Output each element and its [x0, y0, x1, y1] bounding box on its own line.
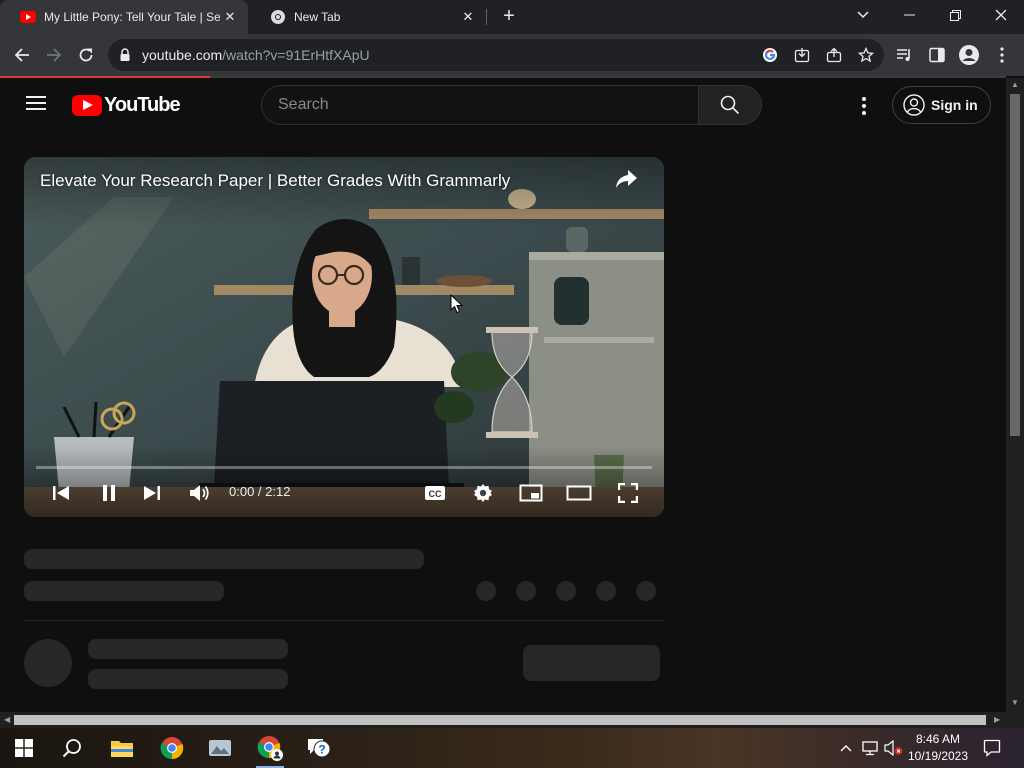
back-icon[interactable]	[9, 42, 35, 68]
minimize-icon[interactable]	[886, 0, 932, 30]
youtube-logo-text: YouTube	[104, 94, 181, 116]
horizontal-scroll-thumb[interactable]	[14, 715, 986, 725]
mouse-cursor-icon	[450, 294, 463, 314]
close-window-icon[interactable]	[978, 0, 1024, 30]
action-skeleton	[476, 581, 496, 601]
fullscreen-icon[interactable]	[615, 480, 641, 506]
scroll-up-arrow-icon[interactable]: ▲	[1011, 80, 1019, 89]
tab-title: My Little Pony: Tell Your Tale | Se	[44, 10, 220, 24]
volume-icon[interactable]	[187, 480, 213, 506]
restore-icon[interactable]	[932, 0, 978, 30]
tab-youtube[interactable]: My Little Pony: Tell Your Tale | Se ✕	[0, 0, 248, 34]
channel-avatar-skeleton	[24, 639, 72, 687]
lock-icon[interactable]	[120, 48, 130, 61]
action-skeleton	[596, 581, 616, 601]
share-icon[interactable]	[614, 169, 644, 195]
sign-in-label: Sign in	[931, 97, 978, 113]
action-skeleton	[516, 581, 536, 601]
chrome-icon[interactable]	[148, 728, 196, 768]
close-tab-icon[interactable]: ✕	[220, 9, 240, 25]
clock-time: 8:46 AM	[915, 732, 961, 746]
tab-new-tab[interactable]: New Tab ✕	[250, 0, 486, 34]
notifications-icon[interactable]	[981, 737, 1003, 759]
youtube-favicon-icon	[20, 9, 36, 25]
browser-toolbar: youtube.com/watch?v=91ErHtfXApU	[0, 34, 1024, 76]
scroll-left-arrow-icon[interactable]: ◀	[4, 715, 10, 724]
media-controls-icon[interactable]	[894, 44, 916, 66]
system-clock[interactable]: 8:46 AM 10/19/2023	[906, 731, 970, 765]
bookmark-star-icon[interactable]	[856, 45, 876, 65]
youtube-logo[interactable]: YouTube	[72, 94, 181, 117]
video-player[interactable]: Elevate Your Research Paper | Better Gra…	[24, 157, 664, 517]
title-skeleton	[24, 549, 424, 569]
scroll-down-arrow-icon[interactable]: ▼	[1011, 698, 1019, 707]
chrome-favicon-icon	[270, 9, 286, 25]
sign-in-button[interactable]: Sign in	[892, 86, 991, 124]
youtube-play-logo-icon	[72, 95, 102, 116]
close-tab-icon[interactable]: ✕	[458, 9, 478, 25]
action-skeleton	[636, 581, 656, 601]
profile-icon[interactable]	[958, 44, 980, 66]
url-host: youtube.com	[142, 47, 223, 63]
scroll-right-arrow-icon[interactable]: ▶	[994, 715, 1000, 724]
video-frame	[24, 157, 664, 517]
action-skeleton	[556, 581, 576, 601]
previous-icon[interactable]	[48, 480, 74, 506]
vertical-scrollbar[interactable]: ▲ ▼	[1006, 78, 1024, 712]
subtitle-skeleton	[24, 581, 224, 601]
install-app-icon[interactable]	[792, 45, 812, 65]
settings-menu-icon[interactable]	[852, 94, 876, 118]
show-hidden-icons-chevron-icon[interactable]	[836, 738, 856, 758]
network-icon[interactable]	[860, 738, 880, 758]
search-box	[261, 85, 699, 125]
chrome-profile-icon[interactable]	[246, 728, 294, 768]
channel-name-skeleton	[88, 639, 288, 659]
help-icon[interactable]: ?	[294, 728, 342, 768]
tab-title: New Tab	[294, 10, 341, 24]
miniplayer-icon[interactable]	[518, 480, 544, 506]
next-icon[interactable]	[139, 480, 165, 506]
photos-icon[interactable]	[196, 728, 244, 768]
search-button[interactable]	[698, 85, 762, 125]
vertical-scroll-thumb[interactable]	[1010, 94, 1020, 436]
subscribe-skeleton	[523, 645, 660, 681]
forward-icon[interactable]	[41, 42, 67, 68]
chrome-menu-icon[interactable]	[991, 44, 1013, 66]
time-display: 0:00 / 2:12	[229, 484, 291, 499]
url-text: youtube.com/watch?v=91ErHtfXApU	[142, 47, 370, 63]
video-title[interactable]: Elevate Your Research Paper | Better Gra…	[40, 171, 510, 191]
windows-taskbar: ? 8:46 AM 10/19/2023	[0, 728, 1024, 768]
tab-search-chevron-icon[interactable]	[840, 0, 886, 30]
clock-date: 10/19/2023	[907, 749, 969, 763]
pause-icon[interactable]	[96, 480, 122, 506]
theater-mode-icon[interactable]	[566, 480, 592, 506]
account-circle-icon	[903, 94, 925, 116]
search-icon[interactable]	[48, 728, 96, 768]
url-path: /watch?v=91ErHtfXApU	[222, 47, 370, 63]
video-progress-bar[interactable]	[36, 466, 652, 469]
search-icon	[720, 95, 740, 115]
subtitles-cc-icon[interactable]: CC	[422, 480, 448, 506]
svg-text:?: ?	[318, 743, 325, 757]
reload-icon[interactable]	[73, 42, 99, 68]
tab-separator	[486, 9, 487, 25]
svg-text:CC: CC	[429, 489, 442, 499]
file-explorer-icon[interactable]	[98, 728, 146, 768]
horizontal-scrollbar[interactable]: ◀ ▶	[0, 712, 1024, 728]
divider	[24, 620, 664, 621]
share-page-icon[interactable]	[824, 45, 844, 65]
youtube-page: YouTube Sign in	[0, 78, 1006, 712]
side-panel-icon[interactable]	[926, 44, 948, 66]
google-lens-icon[interactable]	[760, 45, 780, 65]
search-input[interactable]	[278, 95, 678, 115]
address-bar[interactable]: youtube.com/watch?v=91ErHtfXApU	[108, 39, 884, 71]
tab-strip: My Little Pony: Tell Your Tale | Se ✕ Ne…	[0, 0, 1024, 34]
volume-muted-icon[interactable]	[884, 738, 904, 758]
settings-gear-icon[interactable]	[470, 480, 496, 506]
channel-subs-skeleton	[88, 669, 288, 689]
start-icon[interactable]	[0, 728, 48, 768]
new-tab-button[interactable]: +	[498, 6, 520, 28]
guide-menu-icon[interactable]	[26, 96, 46, 110]
